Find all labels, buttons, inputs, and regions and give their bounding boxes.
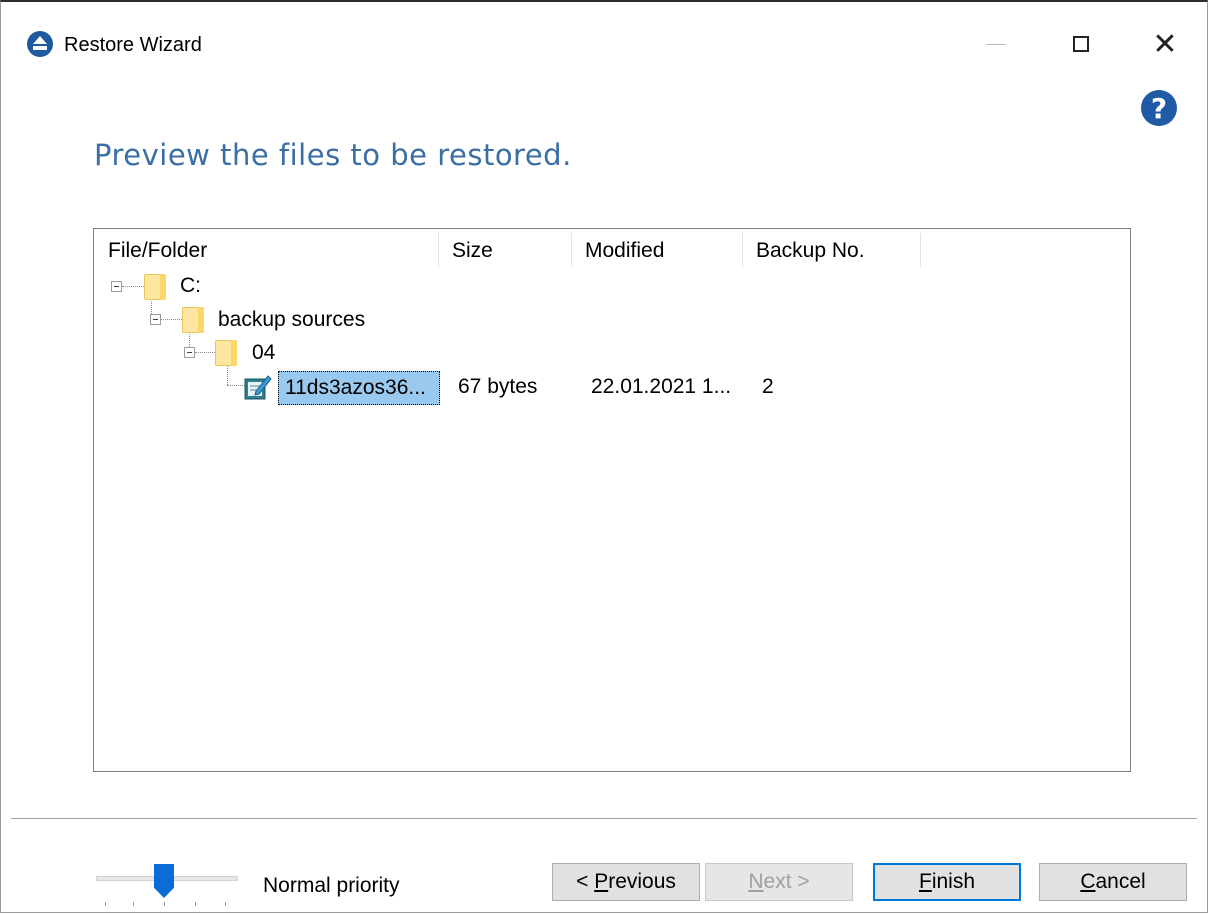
tree-item-label-selected[interactable]: 11ds3azos36... xyxy=(278,371,440,405)
collapse-toggle-icon[interactable] xyxy=(111,281,122,292)
next-button[interactable]: Next > xyxy=(705,863,853,901)
minimize-icon xyxy=(986,43,1006,45)
slider-tick xyxy=(164,902,165,906)
page-title: Preview the files to be restored. xyxy=(94,138,572,172)
priority-slider[interactable] xyxy=(96,864,238,906)
column-divider[interactable] xyxy=(920,233,921,267)
maximize-icon xyxy=(1073,36,1089,52)
tree-item-label: C: xyxy=(180,274,201,297)
file-size-cell: 67 bytes xyxy=(458,375,538,398)
tree-item-label: 04 xyxy=(252,341,276,364)
slider-tick xyxy=(133,902,134,906)
tree-connector xyxy=(161,319,182,320)
slider-tick xyxy=(195,902,196,906)
help-icon[interactable]: ? xyxy=(1141,90,1177,126)
finish-accel: F xyxy=(918,870,932,893)
file-backup-no-cell: 2 xyxy=(762,375,774,398)
tree-row[interactable]: C: xyxy=(94,269,1130,303)
folder-icon xyxy=(182,307,204,333)
footer-divider xyxy=(11,818,1197,819)
collapse-toggle-icon[interactable] xyxy=(184,347,195,358)
slider-thumb[interactable] xyxy=(154,864,174,898)
next-accel: N xyxy=(748,870,764,893)
tree-connector xyxy=(122,286,144,287)
column-header-modified[interactable]: Modified xyxy=(571,229,742,269)
column-header-backup-no[interactable]: Backup No. xyxy=(742,229,920,269)
window-title: Restore Wizard xyxy=(64,34,202,56)
maximize-button[interactable] xyxy=(1058,24,1104,64)
file-tree-list[interactable]: File/Folder Size Modified Backup No. C: … xyxy=(93,228,1131,772)
collapse-toggle-icon[interactable] xyxy=(150,314,161,325)
cancel-accel: C xyxy=(1080,870,1096,893)
close-button[interactable]: ✕ xyxy=(1142,24,1188,64)
slider-tick xyxy=(225,902,226,906)
slider-tick xyxy=(105,902,106,906)
tree-row[interactable]: 11ds3azos36... 67 bytes 22.01.2021 1... … xyxy=(94,370,1130,405)
column-header-size[interactable]: Size xyxy=(438,229,571,269)
finish-button[interactable]: Finish xyxy=(873,863,1021,901)
tree-connector xyxy=(195,352,215,353)
text-file-icon xyxy=(244,373,272,400)
file-modified-cell: 22.01.2021 1... xyxy=(591,375,732,398)
title-bar[interactable]: Restore Wizard ✕ xyxy=(1,2,1207,82)
folder-icon xyxy=(144,274,166,300)
column-header-row: File/Folder Size Modified Backup No. xyxy=(94,229,1130,269)
tree-connector xyxy=(227,385,245,386)
restore-wizard-window: Restore Wizard ✕ ? Preview the files to … xyxy=(0,0,1208,913)
column-header-file-folder[interactable]: File/Folder xyxy=(94,229,438,269)
cancel-button[interactable]: Cancel xyxy=(1039,863,1187,901)
previous-accel: P xyxy=(594,870,609,893)
tree-item-label: backup sources xyxy=(218,308,366,331)
app-eject-icon xyxy=(27,31,53,57)
folder-icon xyxy=(215,340,237,366)
tree-row[interactable]: backup sources xyxy=(94,303,1130,337)
minimize-button[interactable] xyxy=(973,24,1019,64)
priority-label: Normal priority xyxy=(263,874,400,897)
previous-button[interactable]: < Previous xyxy=(552,863,700,901)
close-icon: ✕ xyxy=(1152,26,1178,62)
tree-row[interactable]: 04 xyxy=(94,336,1130,370)
